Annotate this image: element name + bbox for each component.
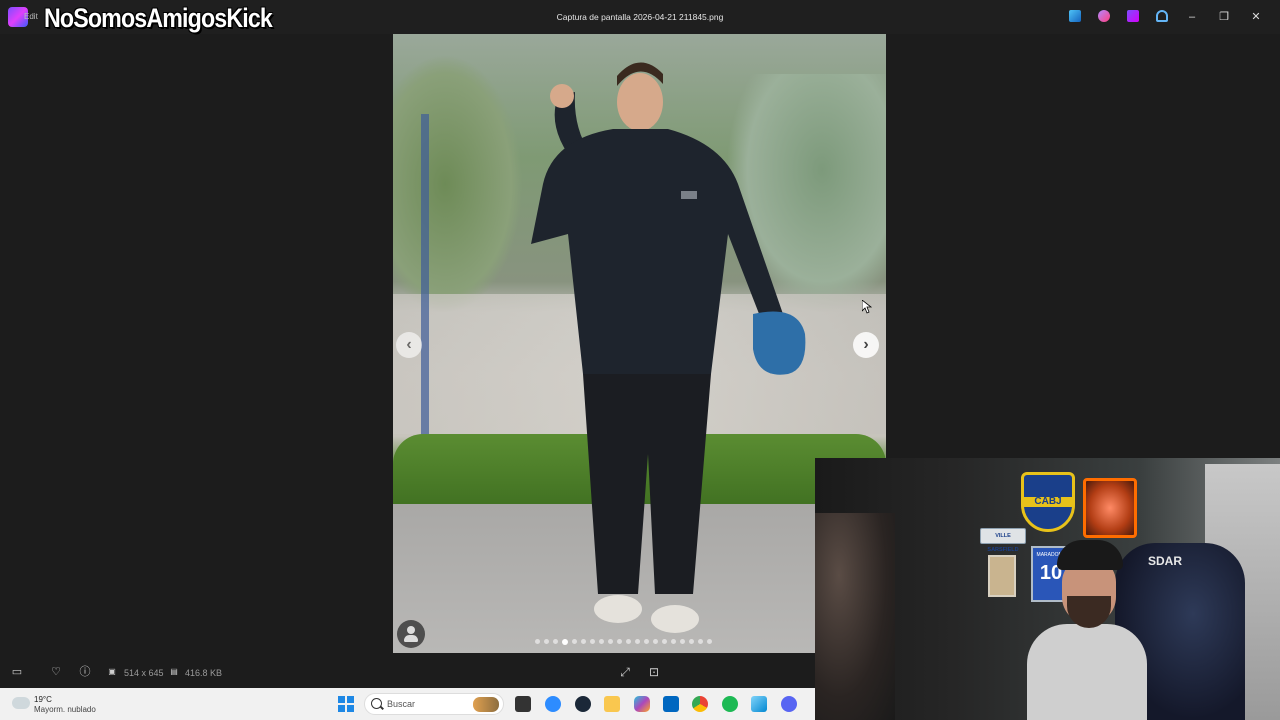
- carousel-dot[interactable]: [635, 639, 640, 644]
- filmstrip-icon[interactable]: ▭: [11, 666, 23, 678]
- carousel-dot[interactable]: [581, 639, 586, 644]
- carousel-dot[interactable]: [653, 639, 658, 644]
- minimize-button[interactable]: –: [1176, 8, 1208, 26]
- picture-frame: [988, 555, 1016, 597]
- carousel-dot[interactable]: [553, 639, 558, 644]
- file-manager-icon[interactable]: [515, 696, 531, 712]
- carousel-dot[interactable]: [626, 639, 631, 644]
- start-windows-icon[interactable]: [338, 696, 354, 712]
- weather-cloud-icon[interactable]: [10, 693, 30, 709]
- carousel-dot[interactable]: [544, 639, 549, 644]
- chair-brand: SDAR: [1148, 554, 1183, 568]
- search-highlight-icon: [473, 697, 499, 712]
- weather-temperature[interactable]: 19°C: [34, 695, 52, 704]
- file-info-icon[interactable]: ⓘ: [79, 666, 91, 678]
- zoom-icon[interactable]: [545, 696, 561, 712]
- stream-overlay-title: NoSomosAmigosKick: [44, 3, 273, 33]
- copilot-icon[interactable]: [1098, 10, 1110, 22]
- neon-sign: [1083, 478, 1137, 538]
- webcam-overlay: CABJ VILLE SARSFIELD MARADONA 10 SDAR: [815, 458, 1280, 720]
- carousel-dot[interactable]: [707, 639, 712, 644]
- viewer-status-bar: ▭ ♡ ⓘ ▣ 514 x 645 ▤ 416.8 KB ⤢ ⊡: [0, 660, 815, 686]
- favorite-heart-icon[interactable]: ♡: [50, 666, 62, 678]
- next-image-button[interactable]: ›: [853, 332, 879, 358]
- clipchamp-icon[interactable]: [1127, 10, 1139, 22]
- carousel-dot[interactable]: [562, 638, 568, 645]
- chrome-icon[interactable]: [692, 696, 708, 712]
- carousel-dot[interactable]: [608, 639, 613, 644]
- carousel-dot[interactable]: [671, 639, 676, 644]
- carousel-dot[interactable]: [535, 639, 540, 644]
- taskbar: 19°C Mayorm. nublado Buscar: [0, 688, 815, 720]
- boca-shield-icon: CABJ: [1021, 472, 1075, 532]
- store-icon[interactable]: [663, 696, 679, 712]
- copilot-app-icon[interactable]: [634, 696, 650, 712]
- carousel-dot[interactable]: [617, 639, 622, 644]
- street-plate: VILLE SARSFIELD: [980, 528, 1026, 553]
- carousel-dot[interactable]: [680, 639, 685, 644]
- spotify-icon[interactable]: [722, 696, 738, 712]
- actual-size-icon[interactable]: ⊡: [647, 665, 661, 679]
- designer-icon[interactable]: [1069, 10, 1081, 22]
- search-placeholder: Buscar: [387, 699, 416, 709]
- maximize-button[interactable]: ❐: [1208, 8, 1240, 26]
- screen: Edit Captura de pantalla 2026-04-21 2118…: [0, 0, 1280, 720]
- title-toolbar: [1069, 10, 1168, 22]
- folder-icon[interactable]: [604, 696, 620, 712]
- search-icon: [371, 698, 382, 709]
- taskbar-search[interactable]: Buscar: [364, 693, 504, 715]
- discord-icon[interactable]: [781, 696, 797, 712]
- carousel-dot[interactable]: [599, 639, 604, 644]
- shield-text: CABJ: [1034, 496, 1062, 507]
- title-bar: Edit Captura de pantalla 2026-04-21 2118…: [0, 0, 1280, 34]
- onedrive-icon[interactable]: [1156, 10, 1168, 22]
- close-button[interactable]: ✕: [1240, 8, 1272, 26]
- previous-image-button[interactable]: ‹: [396, 332, 422, 358]
- fit-to-window-icon[interactable]: ⤢: [618, 665, 632, 679]
- photos-taskbar-icon[interactable]: [751, 696, 767, 712]
- carousel-dot[interactable]: [590, 639, 595, 644]
- mouse-cursor-icon: [862, 300, 872, 314]
- carousel-dot[interactable]: [572, 639, 577, 644]
- streamer-person: [1027, 536, 1147, 720]
- carousel-dot[interactable]: [644, 639, 649, 644]
- window-controls: – ❐ ✕: [1176, 8, 1272, 26]
- file-size: 416.8 KB: [185, 668, 223, 678]
- weather-description[interactable]: Mayorm. nublado: [34, 705, 96, 714]
- carousel-dot[interactable]: [698, 639, 703, 644]
- carousel-dots: [535, 638, 712, 645]
- person-figure: [531, 62, 806, 633]
- photo-view[interactable]: ‹ ›: [393, 34, 886, 653]
- carousel-dot[interactable]: [662, 639, 667, 644]
- dimensions-icon: ▣: [108, 667, 116, 676]
- steam-icon[interactable]: [575, 696, 591, 712]
- carousel-dot[interactable]: [689, 639, 694, 644]
- image-dimensions: 514 x 645: [124, 668, 164, 678]
- profile-icon[interactable]: [397, 620, 425, 648]
- guest-person: [815, 513, 895, 720]
- file-size-icon: ▤: [170, 667, 178, 676]
